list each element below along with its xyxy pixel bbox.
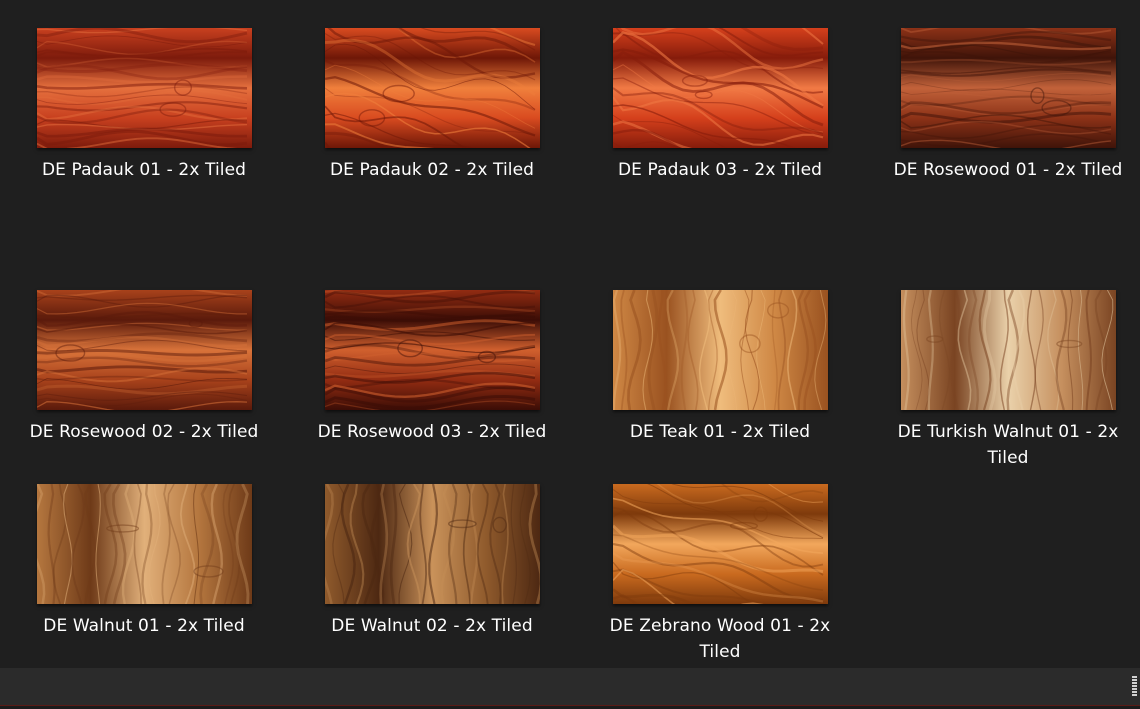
padauk-wood-thumbnail[interactable] <box>36 28 252 148</box>
file-explorer-window: DE Padauk 01 - 2x Tiled DE Padauk 02 - 2… <box>0 0 1140 709</box>
turkish-walnut-thumbnail[interactable] <box>900 290 1116 410</box>
window-bottom-edge <box>0 705 1140 709</box>
file-item[interactable]: DE Zebrano Wood 01 - 2x Tiled <box>576 484 864 665</box>
file-item[interactable]: DE Walnut 02 - 2x Tiled <box>288 484 576 639</box>
rosewood-thumbnail-graphic <box>36 290 252 410</box>
walnut-thumbnail-graphic <box>36 484 252 604</box>
padauk-wood-thumbnail-graphic <box>324 28 540 148</box>
file-name: DE Padauk 03 - 2x Tiled <box>617 160 823 180</box>
rosewood-thumbnail[interactable] <box>324 290 540 410</box>
zebrano-thumbnail-graphic <box>612 484 828 604</box>
file-name: DE Walnut 02 - 2x Tiled <box>331 616 533 636</box>
file-item[interactable]: DE Padauk 01 - 2x Tiled <box>0 28 288 183</box>
rosewood-thumbnail[interactable] <box>36 290 252 410</box>
thumbnail-grid: DE Padauk 01 - 2x Tiled DE Padauk 02 - 2… <box>0 0 1140 668</box>
file-name: DE Rosewood 03 - 2x Tiled <box>317 422 547 442</box>
file-item[interactable]: DE Padauk 02 - 2x Tiled <box>288 28 576 183</box>
teak-thumbnail-graphic <box>612 290 828 410</box>
padauk-wood-thumbnail-graphic <box>36 28 252 148</box>
file-name: DE Padauk 01 - 2x Tiled <box>41 160 247 180</box>
file-name: DE Padauk 02 - 2x Tiled <box>329 160 535 180</box>
file-item[interactable]: DE Rosewood 02 - 2x Tiled <box>0 290 288 445</box>
walnut-thumbnail[interactable] <box>36 484 252 604</box>
teak-thumbnail[interactable] <box>612 290 828 410</box>
zebrano-thumbnail[interactable] <box>612 484 828 604</box>
file-name: DE Zebrano Wood 01 - 2x Tiled <box>609 616 831 662</box>
padauk-wood-thumbnail-graphic <box>612 28 828 148</box>
resize-grip-icon[interactable] <box>1132 676 1137 696</box>
status-bar <box>0 668 1140 705</box>
file-item[interactable]: DE Padauk 03 - 2x Tiled <box>576 28 864 183</box>
file-item[interactable]: DE Rosewood 03 - 2x Tiled <box>288 290 576 445</box>
file-name: DE Rosewood 01 - 2x Tiled <box>893 160 1123 180</box>
file-item[interactable]: DE Walnut 01 - 2x Tiled <box>0 484 288 639</box>
rosewood-thumbnail-graphic <box>900 28 1116 148</box>
walnut-thumbnail-graphic <box>324 484 540 604</box>
turkish-walnut-thumbnail-graphic <box>900 290 1116 410</box>
rosewood-thumbnail[interactable] <box>900 28 1116 148</box>
file-item[interactable]: DE Rosewood 01 - 2x Tiled <box>864 28 1140 183</box>
file-name: DE Teak 01 - 2x Tiled <box>629 422 811 442</box>
file-item[interactable]: DE Turkish Walnut 01 - 2x Tiled <box>864 290 1140 471</box>
file-name: DE Rosewood 02 - 2x Tiled <box>29 422 259 442</box>
rosewood-thumbnail-graphic <box>324 290 540 410</box>
padauk-wood-thumbnail[interactable] <box>612 28 828 148</box>
walnut-thumbnail[interactable] <box>324 484 540 604</box>
padauk-wood-thumbnail[interactable] <box>324 28 540 148</box>
file-name: DE Turkish Walnut 01 - 2x Tiled <box>897 422 1119 468</box>
file-name: DE Walnut 01 - 2x Tiled <box>43 616 245 636</box>
file-item[interactable]: DE Teak 01 - 2x Tiled <box>576 290 864 445</box>
